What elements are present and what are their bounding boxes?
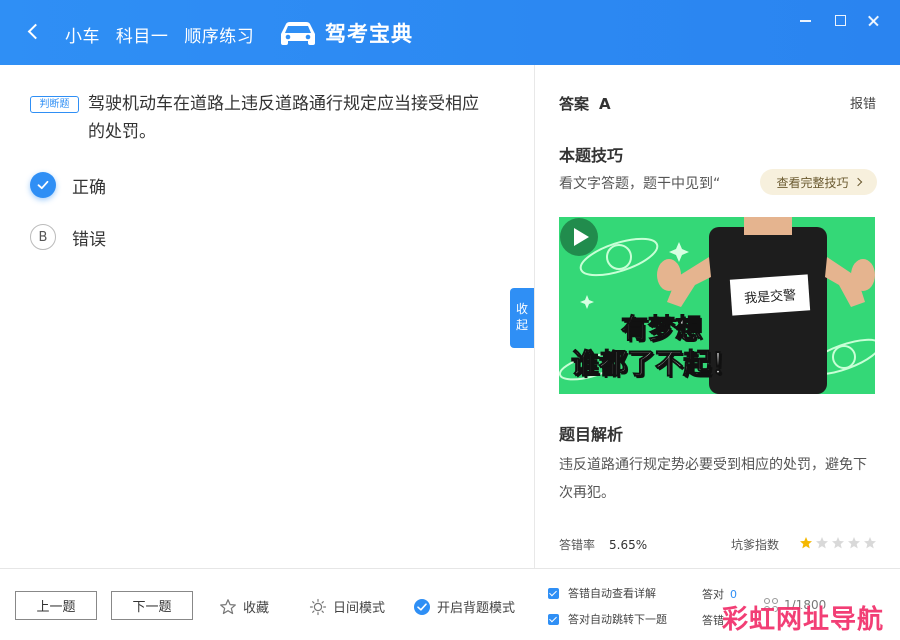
favorite-button[interactable]: 收藏: [219, 597, 269, 616]
option-a[interactable]: 正确: [30, 171, 106, 199]
minimize-icon[interactable]: [796, 12, 816, 30]
question-type-tag: 判断题: [30, 96, 79, 113]
question-panel: 判断题 驾驶机动车在道路上违反道路通行规定应当接受相应的处罚。 正确 B 错误: [0, 65, 534, 568]
prev-question-button[interactable]: 上一题: [15, 591, 97, 620]
title-bar: 小车 科目一 顺序练习 驾考宝典: [0, 0, 900, 65]
error-rate-value: 5.65%: [609, 538, 648, 552]
option-a-checkmark-icon: [30, 172, 56, 198]
auto-detail-label: 答错自动查看详解: [568, 587, 656, 600]
car-logo-icon: [281, 22, 315, 45]
auto-next-checkbox[interactable]: 答对自动跳转下一题: [548, 611, 667, 627]
logo-text: 驾考宝典: [325, 22, 413, 46]
play-icon[interactable]: [559, 217, 599, 257]
memorize-mode-toggle[interactable]: 开启背题模式: [413, 597, 515, 616]
memorize-mode-label: 开启背题模式: [437, 601, 516, 616]
auto-detail-checkbox[interactable]: 答错自动查看详解: [548, 585, 656, 601]
maximize-icon[interactable]: [830, 12, 850, 30]
answer-panel: 答案 A 报错 本题技巧 看文字答题，题干中见到“ 查看完整技巧 我是交警 有梦…: [534, 65, 900, 568]
video-caption-2: 谁都了不起！: [570, 347, 740, 381]
answer-row: 答案 A: [559, 93, 611, 114]
view-full-tips-button[interactable]: 查看完整技巧: [760, 169, 877, 195]
answer-value: A: [599, 95, 611, 113]
analysis-text: 违反道路通行规定势必要受到相应的处罚，避免下次再犯。: [559, 457, 867, 501]
star-outline-icon: [220, 598, 236, 614]
app-logo: 驾考宝典: [277, 17, 413, 49]
breadcrumb-mode: 顺序练习: [184, 27, 255, 47]
option-b[interactable]: B 错误: [30, 223, 106, 251]
star-filled-icon: [800, 537, 812, 549]
wrong-label: 答错: [702, 614, 724, 627]
error-rate: 答错率 5.65%: [559, 536, 647, 553]
analysis-title: 题目解析: [559, 425, 624, 444]
tips-title: 本题技巧: [559, 146, 624, 165]
collapse-label: 收起: [516, 302, 529, 332]
checkbox-checked-icon: [548, 587, 559, 599]
video-sign: 我是交警: [729, 274, 811, 316]
back-icon[interactable]: [22, 20, 46, 44]
auto-next-label: 答对自动跳转下一题: [568, 613, 667, 626]
next-question-button[interactable]: 下一题: [111, 591, 193, 620]
video-caption-1: 有梦想: [621, 314, 703, 346]
collapse-panel-button[interactable]: 收起: [510, 288, 534, 348]
breadcrumb-vehicle: 小车: [65, 27, 100, 47]
close-icon[interactable]: [864, 12, 884, 30]
star-empty-icon: [816, 537, 828, 549]
day-mode-label: 日间模式: [333, 601, 386, 616]
star-empty-icon: [832, 537, 844, 549]
bottom-toolbar: 上一题 下一题 收藏 日间模式 开启背题模式 答错自动查看详解 答对自动跳转下一…: [0, 568, 900, 640]
tips-video[interactable]: 我是交警 有梦想 谁都了不起！: [559, 217, 875, 394]
option-a-label: 正确: [72, 177, 106, 198]
trap-index-label: 坑爹指数: [731, 538, 780, 552]
option-b-label: 错误: [72, 229, 106, 250]
checkbox-checked-icon: [548, 613, 559, 625]
watermark-text: 彩虹网址导航: [722, 605, 885, 635]
wrong-count: 答错: [702, 612, 724, 628]
error-rate-label: 答错率: [559, 538, 596, 552]
trap-index-stars: [799, 536, 879, 550]
answer-label: 答案: [559, 95, 590, 113]
chevron-right-icon: [853, 177, 862, 187]
question-text: 驾驶机动车在道路上违反道路通行规定应当接受相应的处罚。: [88, 94, 479, 142]
correct-label: 答对: [702, 588, 724, 601]
option-b-marker: B: [30, 224, 56, 250]
day-mode-button[interactable]: 日间模式: [309, 597, 385, 616]
breadcrumb-subject: 科目一: [115, 27, 169, 47]
sun-icon: [309, 598, 327, 615]
breadcrumb: 小车 科目一 顺序练习: [65, 22, 264, 47]
report-error-link[interactable]: 报错: [850, 93, 876, 112]
star-empty-icon: [848, 537, 860, 549]
tips-text: 看文字答题，题干中见到“: [559, 176, 721, 192]
check-circle-icon: [414, 598, 430, 615]
star-empty-icon: [864, 537, 876, 549]
favorite-label: 收藏: [243, 601, 270, 616]
view-full-tips-label: 查看完整技巧: [776, 175, 849, 190]
